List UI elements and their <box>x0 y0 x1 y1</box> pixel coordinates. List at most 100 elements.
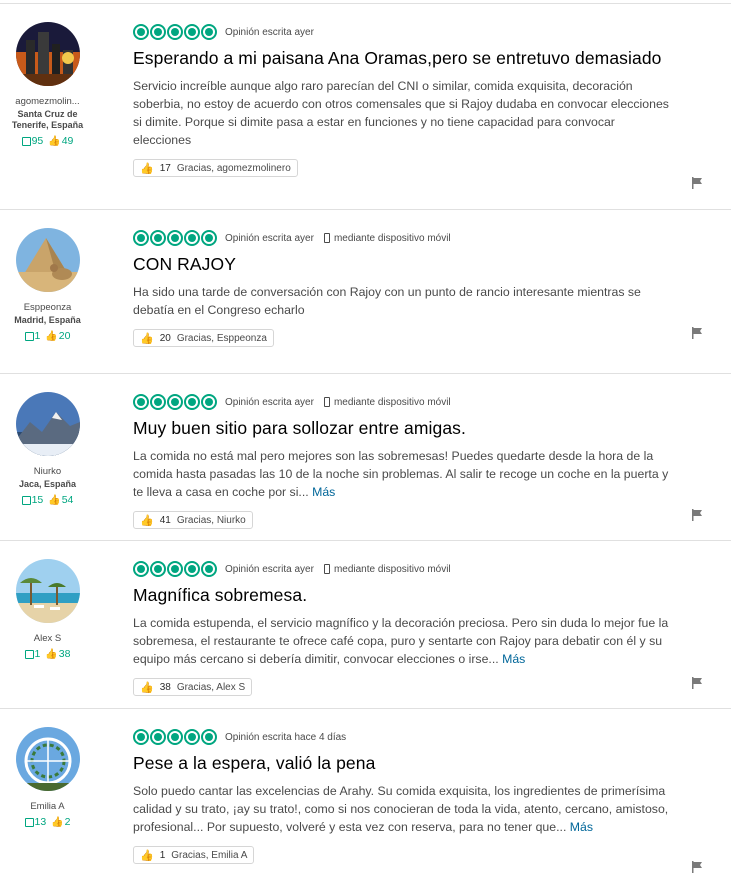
reviewer-name[interactable]: Esppeonza <box>0 302 95 313</box>
review-card: Niurko Jaca, España 15 👍 54 Opinión escri… <box>0 373 731 540</box>
more-link[interactable]: Más <box>502 652 525 666</box>
thanks-count: 1 <box>159 849 166 861</box>
rating-bubble-icon <box>150 561 166 577</box>
review-title[interactable]: Pese a la espera, valió la pena <box>133 753 673 774</box>
reviewer-counts: 15 👍 54 <box>0 494 95 506</box>
reviewer-counts: 95 👍 49 <box>0 135 95 147</box>
more-link[interactable]: Más <box>312 485 335 499</box>
review-date: Opinión escrita ayer <box>225 563 314 575</box>
reviewer-info: agomezmolin... Santa Cruz de Tenerife, E… <box>0 22 95 147</box>
thanks-button[interactable]: 👍 1 Gracias, Emilia A <box>133 846 255 864</box>
report-flag-icon[interactable] <box>691 177 703 189</box>
thanks-count: 17 <box>159 162 171 174</box>
bubble-rating <box>133 729 217 745</box>
report-flag-icon[interactable] <box>691 509 703 521</box>
rating-bubble-icon <box>150 230 166 246</box>
report-flag-icon[interactable] <box>691 861 703 873</box>
review-count: 1 <box>24 648 40 660</box>
review-count: 1 <box>24 330 40 342</box>
rating-bubble-icon <box>201 561 217 577</box>
review-card: Alex S 1 👍 38 Opinión escrita ayer median… <box>0 540 731 708</box>
review-title[interactable]: Esperando a mi paisana Ana Oramas,pero s… <box>133 48 673 69</box>
review-content: Opinión escrita ayer Esperando a mi pais… <box>133 23 673 177</box>
avatar[interactable] <box>15 559 80 623</box>
rating-bubble-icon <box>184 230 200 246</box>
bubble-rating <box>133 230 217 246</box>
thumbs-up-icon: 👍 <box>140 681 154 694</box>
review-body: Ha sido una tarde de conversación con Ra… <box>133 285 641 317</box>
review-icon <box>24 331 34 341</box>
review-title[interactable]: Magnífica sobremesa. <box>133 585 673 606</box>
vote-count: 👍 2 <box>51 816 71 828</box>
reviewer-name[interactable]: agomezmolin... <box>0 96 95 107</box>
rating-bubble-icon <box>201 729 217 745</box>
thanks-label: Gracias, agomezmolinero <box>176 162 291 174</box>
rating-bubble-icon <box>133 230 149 246</box>
bubble-rating <box>133 394 217 410</box>
review-list: agomezmolin... Santa Cruz de Tenerife, E… <box>0 0 731 879</box>
review-icon <box>21 495 31 505</box>
thanks-button[interactable]: 👍 20 Gracias, Esppeonza <box>133 329 274 347</box>
rating-bubble-icon <box>150 394 166 410</box>
review-meta: Opinión escrita ayer <box>133 23 673 41</box>
review-date: Opinión escrita ayer <box>225 232 314 244</box>
review-count: 15 <box>21 494 43 506</box>
rating-bubble-icon <box>133 394 149 410</box>
avatar[interactable] <box>15 727 80 791</box>
mobile-phone-icon <box>323 397 330 407</box>
rating-bubble-icon <box>167 729 183 745</box>
rating-bubble-icon <box>150 729 166 745</box>
review-meta: Opinión escrita hace 4 días <box>133 728 673 746</box>
review-date: Opinión escrita ayer <box>225 396 314 408</box>
thanks-button[interactable]: 👍 17 Gracias, agomezmolinero <box>133 159 298 177</box>
avatar[interactable] <box>15 228 80 292</box>
rating-bubble-icon <box>133 729 149 745</box>
avatar[interactable] <box>15 392 80 456</box>
avatar[interactable] <box>15 22 80 86</box>
review-count: 13 <box>24 816 46 828</box>
review-title[interactable]: Muy buen sitio para sollozar entre amiga… <box>133 418 673 439</box>
bubble-rating <box>133 24 217 40</box>
report-flag-icon[interactable] <box>691 677 703 689</box>
thanks-count: 20 <box>159 332 171 344</box>
review-meta: Opinión escrita ayer mediante dispositiv… <box>133 229 673 247</box>
reviewer-counts: 13 👍 2 <box>0 816 95 828</box>
review-body: Solo puedo cantar las excelencias de Ara… <box>133 784 669 834</box>
reviewer-name[interactable]: Niurko <box>0 466 95 477</box>
mobile-device-note: mediante dispositivo móvil <box>323 564 451 575</box>
thanks-button[interactable]: 👍 41 Gracias, Niurko <box>133 511 253 529</box>
review-icon <box>24 817 34 827</box>
thumbs-up-icon: 👍 <box>45 330 58 342</box>
thanks-label: Gracias, Esppeonza <box>176 332 267 344</box>
reviewer-info: Esppeonza Madrid, España 1 👍 20 <box>0 228 95 342</box>
more-link[interactable]: Más <box>570 820 593 834</box>
review-title[interactable]: CON RAJOY <box>133 254 673 275</box>
reviewer-name[interactable]: Emilia A <box>0 801 95 812</box>
reviewer-info: Niurko Jaca, España 15 👍 54 <box>0 392 95 506</box>
thumbs-up-icon: 👍 <box>140 162 154 175</box>
review-icon <box>21 136 31 146</box>
reviewer-name[interactable]: Alex S <box>0 633 95 644</box>
rating-bubble-icon <box>201 394 217 410</box>
thanks-button[interactable]: 👍 38 Gracias, Alex S <box>133 678 253 696</box>
mobile-phone-icon <box>323 233 330 243</box>
review-count: 95 <box>21 135 43 147</box>
thumbs-up-icon: 👍 <box>45 648 58 660</box>
review-card: agomezmolin... Santa Cruz de Tenerife, E… <box>0 3 731 209</box>
reviewer-location: Santa Cruz de Tenerife, España <box>11 109 84 130</box>
rating-bubble-icon <box>167 561 183 577</box>
reviewer-counts: 1 👍 38 <box>0 648 95 660</box>
thanks-count: 38 <box>159 681 171 693</box>
rating-bubble-icon <box>167 394 183 410</box>
review-content: Opinión escrita hace 4 días Pese a la es… <box>133 728 673 864</box>
thanks-label: Gracias, Emilia A <box>171 849 248 861</box>
mobile-device-note: mediante dispositivo móvil <box>323 397 451 408</box>
rating-bubble-icon <box>184 24 200 40</box>
reviewer-location: Jaca, España <box>18 479 77 489</box>
reviewer-counts: 1 👍 20 <box>0 330 95 342</box>
report-flag-icon[interactable] <box>691 327 703 339</box>
vote-count: 👍 49 <box>48 135 74 147</box>
review-date: Opinión escrita hace 4 días <box>225 731 347 743</box>
reviewer-info: Alex S 1 👍 38 <box>0 559 95 660</box>
vote-count: 👍 38 <box>45 648 71 660</box>
